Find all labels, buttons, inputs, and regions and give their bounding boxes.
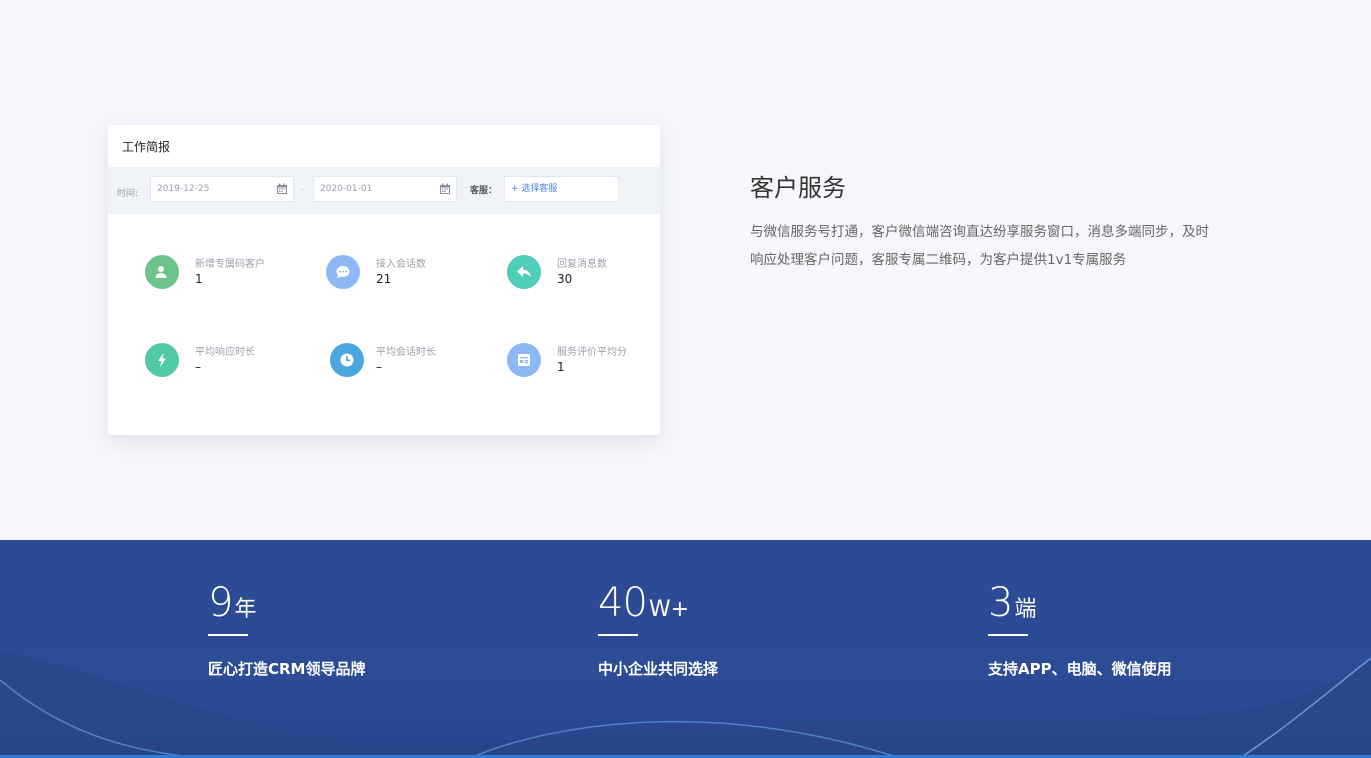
metric-platforms: 3端 支持APP、电脑、微信使用 <box>988 580 1172 679</box>
stat-label: 平均会话时长 <box>376 347 436 358</box>
stat-label: 服务评价平均分 <box>557 347 627 358</box>
stat-rating: 服务评价平均分 1 <box>507 343 660 383</box>
user-add-icon <box>145 255 179 289</box>
stat-value: 21 <box>376 272 392 286</box>
metric-divider <box>598 634 638 636</box>
stat-label: 接入会话数 <box>376 259 426 270</box>
reply-icon <box>507 255 541 289</box>
metric-years: 9年 匠心打造CRM领导品牌 <box>208 580 366 679</box>
stat-value: – <box>376 360 382 374</box>
metric-unit: 端 <box>1014 597 1037 622</box>
card-title: 工作简报 <box>108 125 660 168</box>
stat-new-customers: 新增专属码客户 1 <box>145 255 315 295</box>
select-service-button[interactable]: + 选择客服 <box>504 176 619 202</box>
end-date-input[interactable]: 2020-01-01 <box>313 176 457 202</box>
stat-avg-response: 平均响应时长 – <box>145 343 315 383</box>
metric-number: 40 <box>598 580 648 626</box>
metric-description: 中小企业共同选择 <box>598 660 719 678</box>
metric-number: 3 <box>988 580 1013 626</box>
metric-number: 9 <box>208 580 233 626</box>
start-date-input[interactable]: 2019-12-25 <box>150 176 294 202</box>
metric-customers: 40W+ 中小企业共同选择 <box>598 580 718 679</box>
calendar-icon[interactable] <box>439 183 451 195</box>
stat-label: 回复消息数 <box>557 259 607 270</box>
metric-description: 匠心打造CRM领导品牌 <box>208 660 366 678</box>
time-label: 时间: <box>117 189 139 199</box>
calendar-icon[interactable] <box>276 183 288 195</box>
lightning-icon <box>145 343 179 377</box>
stat-avg-session: 平均会话时长 – <box>330 343 500 383</box>
stat-label: 新增专属码客户 <box>195 259 265 270</box>
service-label: 客服： <box>470 186 498 196</box>
date-separator: - <box>301 185 305 195</box>
stat-replies: 回复消息数 30 <box>507 255 660 295</box>
metric-unit: W+ <box>648 597 690 622</box>
metric-divider <box>208 634 248 636</box>
metric-description: 支持APP、电脑、微信使用 <box>988 660 1172 678</box>
stat-value: 1 <box>557 360 565 374</box>
metric-divider <box>988 634 1028 636</box>
stat-label: 平均响应时长 <box>195 347 255 358</box>
filter-bar: 时间: 2019-12-25 - 2020-01-01 客服： + 选择客服 <box>108 167 660 214</box>
stat-value: – <box>195 360 201 374</box>
chat-bubble-icon <box>326 255 360 289</box>
service-title: 客户服务 <box>750 174 846 202</box>
metrics-band: 9年 匠心打造CRM领导品牌 40W+ 中小企业共同选择 3端 支持APP、电脑… <box>0 540 1371 758</box>
stat-sessions: 接入会话数 21 <box>326 255 496 295</box>
work-brief-card: 工作简报 时间: 2019-12-25 - 2020-01-01 客服： + 选… <box>108 125 660 435</box>
stat-value: 1 <box>195 272 203 286</box>
rating-form-icon <box>507 343 541 377</box>
start-date-value: 2019-12-25 <box>157 184 210 194</box>
stat-value: 30 <box>557 272 573 286</box>
clock-icon <box>330 343 364 377</box>
metric-unit: 年 <box>234 597 257 622</box>
service-description: 与微信服务号打通，客户微信端咨询直达纷享服务窗口，消息多端同步，及时响应处理客户… <box>750 224 1209 268</box>
end-date-value: 2020-01-01 <box>320 184 373 194</box>
